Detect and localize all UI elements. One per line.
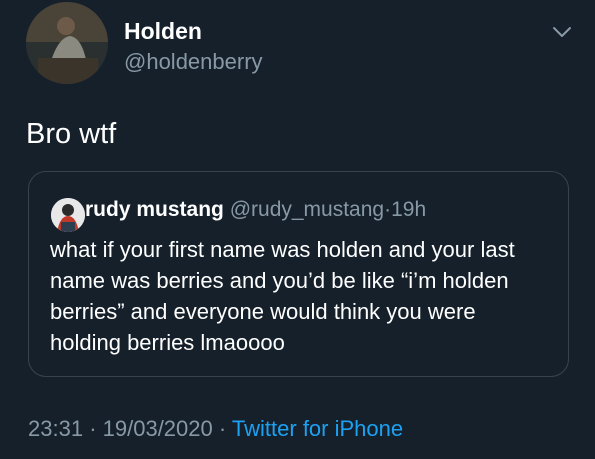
- author-handle[interactable]: @holdenberry: [124, 49, 263, 75]
- quoted-author-handle[interactable]: @rudy_mustang: [230, 198, 384, 221]
- quoted-avatar-photo: [51, 198, 85, 232]
- chevron-down-icon: [553, 27, 571, 37]
- quoted-time[interactable]: 19h: [391, 198, 426, 221]
- quoted-tweet-text: what if your first name was holden and y…: [50, 237, 515, 355]
- quoted-header: rudy mustang @rudy_mustang·19h: [85, 198, 426, 222]
- quoted-author-name[interactable]: rudy mustang: [85, 198, 224, 221]
- meta-separator: ·: [89, 416, 97, 441]
- tweet-card: Holden @holdenberry Bro wtf rudy mustang…: [0, 0, 595, 459]
- quoted-tweet[interactable]: rudy mustang @rudy_mustang·19h what if y…: [28, 171, 569, 377]
- more-options-button[interactable]: [550, 20, 574, 44]
- author-name[interactable]: Holden: [124, 18, 202, 45]
- meta-separator: ·: [218, 416, 227, 441]
- tweet-date[interactable]: 19/03/2020: [103, 416, 213, 441]
- author-avatar[interactable]: [26, 2, 108, 84]
- tweet-source-link[interactable]: Twitter for iPhone: [232, 416, 403, 441]
- tweet-meta: 23:31 · 19/03/2020 · Twitter for iPhone: [28, 416, 403, 442]
- tweet-text: Bro wtf: [26, 118, 117, 150]
- quoted-author-avatar[interactable]: [51, 198, 85, 232]
- tweet-time[interactable]: 23:31: [28, 416, 83, 441]
- avatar-photo: [26, 2, 108, 84]
